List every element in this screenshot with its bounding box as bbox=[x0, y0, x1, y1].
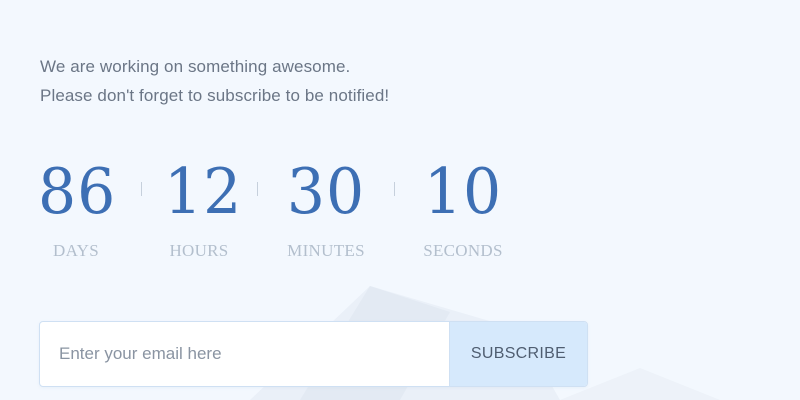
subscribe-button[interactable]: SUBSCRIBE bbox=[449, 322, 587, 386]
seconds-label: SECONDS bbox=[423, 241, 503, 260]
minutes-value: 30 bbox=[286, 155, 366, 229]
intro-text: We are working on something awesome. Ple… bbox=[40, 52, 389, 110]
days-value: 86 bbox=[38, 155, 117, 229]
separator bbox=[394, 182, 395, 196]
countdown-days: 86 DAYS bbox=[38, 155, 117, 262]
hours-value: 12 bbox=[164, 155, 243, 229]
minutes-label: MINUTES bbox=[287, 241, 365, 260]
days-label: DAYS bbox=[53, 241, 99, 260]
countdown-seconds: 10 SECONDS bbox=[420, 156, 506, 262]
intro-line-1: We are working on something awesome. bbox=[40, 57, 351, 76]
hours-label: HOURS bbox=[169, 241, 229, 260]
email-input[interactable] bbox=[40, 322, 449, 386]
seconds-value: 10 bbox=[423, 155, 503, 229]
separator bbox=[257, 182, 258, 196]
intro-line-2: Please don't forget to subscribe to be n… bbox=[40, 86, 390, 105]
separator bbox=[141, 182, 142, 196]
subscribe-form: SUBSCRIBE bbox=[39, 321, 588, 387]
countdown-hours: 12 HOURS bbox=[164, 155, 243, 262]
countdown-minutes: 30 MINUTES bbox=[282, 156, 370, 262]
